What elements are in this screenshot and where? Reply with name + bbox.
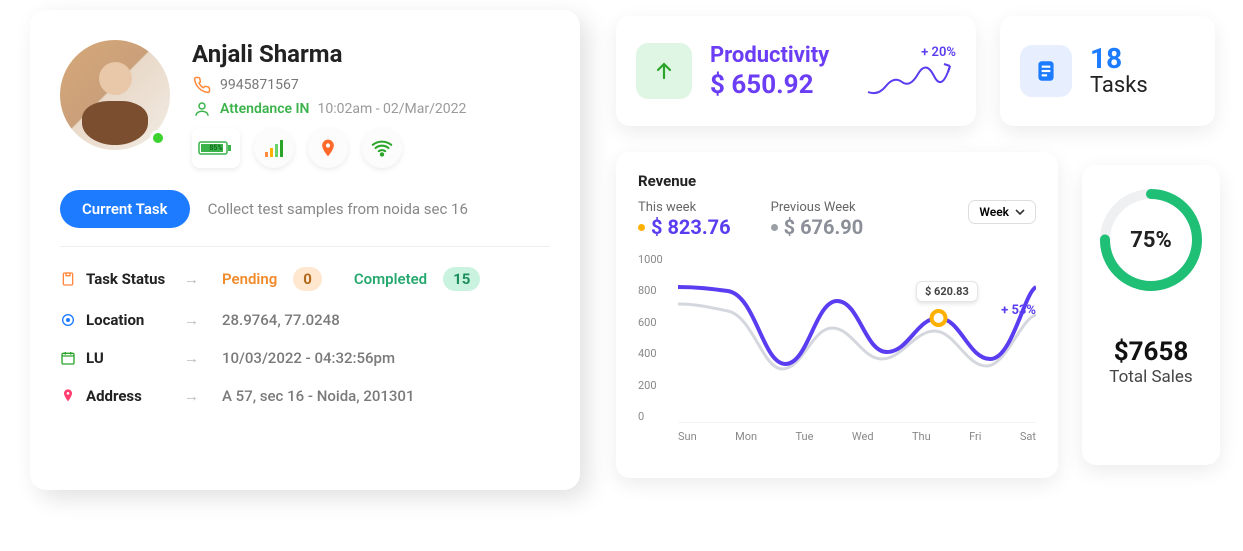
productivity-text: Productivity $ 650.92 xyxy=(710,43,829,100)
tasks-label: Tasks xyxy=(1090,73,1148,98)
this-week-block: This week $ 823.76 xyxy=(638,200,731,239)
revenue-header: This week $ 823.76 Previous Week $ 676.9… xyxy=(638,200,1036,239)
current-task-text: Collect test samples from noida sec 16 xyxy=(208,200,468,218)
lu-label: LU xyxy=(60,349,170,367)
tasks-card: 18 Tasks xyxy=(1000,16,1215,126)
location-pin-icon xyxy=(308,128,348,168)
location-row: Location → 28.9764, 77.0248 xyxy=(60,311,550,329)
completed-count: 15 xyxy=(443,267,480,291)
sales-pct: 75% xyxy=(1098,187,1204,293)
pending-label: Pending xyxy=(222,270,277,288)
signal-icon xyxy=(254,128,294,168)
task-status-row: Task Status → Pending 0 Completed 15 xyxy=(60,267,550,291)
phone-row: 9945871567 xyxy=(192,76,466,94)
pin-icon xyxy=(60,388,76,404)
battery-icon: 85% xyxy=(192,128,240,168)
arrow-icon: → xyxy=(184,387,208,405)
arrow-icon: → xyxy=(184,270,208,288)
arrow-up-icon xyxy=(636,43,692,99)
plot-area: $ 620.83 xyxy=(678,253,1036,423)
battery-pct: 85% xyxy=(209,144,222,152)
revenue-card: Revenue This week $ 823.76 Previous Week… xyxy=(616,152,1058,478)
completed-label: Completed xyxy=(354,270,427,288)
productivity-amount: $ 650.92 xyxy=(710,70,829,100)
sales-label: Total Sales xyxy=(1109,367,1192,387)
address-row: Address → A 57, sec 16 - Noida, 201301 xyxy=(60,387,550,405)
profile-header: Anjali Sharma 9945871567 Attendance IN 1… xyxy=(60,40,550,168)
x-axis-labels: Sun Mon Tue Wed Thu Fri Sat xyxy=(678,430,1036,443)
phone-icon xyxy=(192,76,212,94)
location-label: Location xyxy=(60,311,170,329)
person-icon xyxy=(192,100,212,118)
sales-progress-ring: 75% xyxy=(1098,187,1204,293)
sales-text: $7658 Total Sales xyxy=(1109,317,1192,387)
phone-number: 9945871567 xyxy=(220,77,299,93)
chart-tooltip: $ 620.83 xyxy=(916,281,978,302)
profile-info: Anjali Sharma 9945871567 Attendance IN 1… xyxy=(192,40,466,168)
prev-week-label: Previous Week xyxy=(771,200,864,215)
prev-week-value: $ 676.90 xyxy=(784,215,864,239)
current-task-button[interactable]: Current Task xyxy=(60,190,190,228)
productivity-change: + 20% xyxy=(921,45,956,60)
sales-card: 75% $7658 Total Sales xyxy=(1082,165,1220,465)
tasks-text: 18 Tasks xyxy=(1090,45,1148,98)
arrow-icon: → xyxy=(184,311,208,329)
pending-count: 0 xyxy=(293,267,322,291)
profile-name: Anjali Sharma xyxy=(192,40,466,68)
dot-icon xyxy=(771,224,778,231)
arrow-icon: → xyxy=(184,349,208,367)
wifi-icon xyxy=(362,128,402,168)
status-chips: 85% xyxy=(192,128,466,168)
period-selector[interactable]: Week xyxy=(968,200,1036,224)
dot-icon xyxy=(638,224,645,231)
tasks-count: 18 xyxy=(1090,45,1148,73)
trend-wrap: + 20% xyxy=(866,45,956,98)
lu-value: 10/03/2022 - 04:32:56pm xyxy=(222,349,395,367)
y-axis-labels: 1000 800 600 400 200 0 xyxy=(638,253,674,423)
revenue-change: + 53% xyxy=(1001,303,1036,318)
location-value: 28.9764, 77.0248 xyxy=(222,311,340,329)
address-label: Address xyxy=(60,387,170,405)
current-task-row: Current Task Collect test samples from n… xyxy=(60,190,550,247)
calendar-icon xyxy=(60,350,76,366)
this-week-value: $ 823.76 xyxy=(651,215,731,239)
avatar-wrap xyxy=(60,40,170,150)
profile-card: Anjali Sharma 9945871567 Attendance IN 1… xyxy=(30,10,580,490)
revenue-legend: This week $ 823.76 Previous Week $ 676.9… xyxy=(638,200,863,239)
revenue-title: Revenue xyxy=(638,172,1036,190)
chevron-down-icon xyxy=(1015,207,1025,217)
clipboard-icon xyxy=(60,271,76,287)
prev-week-block: Previous Week $ 676.90 xyxy=(771,200,864,239)
trend-arrow-icon xyxy=(866,62,956,98)
document-icon xyxy=(1020,45,1072,97)
attendance-time: 10:02am - 02/Mar/2022 xyxy=(317,101,466,117)
attendance-label: Attendance IN xyxy=(220,101,309,117)
attendance-row: Attendance IN 10:02am - 02/Mar/2022 xyxy=(192,100,466,118)
sales-amount: $7658 xyxy=(1109,337,1192,367)
productivity-title: Productivity xyxy=(710,43,829,68)
presence-indicator xyxy=(150,130,166,146)
crosshair-icon xyxy=(60,312,76,328)
task-status-label: Task Status xyxy=(60,270,170,288)
this-week-label: This week xyxy=(638,200,731,215)
revenue-chart: 1000 800 600 400 200 0 $ 620.83 + 53% Su… xyxy=(638,253,1036,443)
productivity-card: Productivity $ 650.92 + 20% xyxy=(616,16,976,126)
lu-row: LU → 10/03/2022 - 04:32:56pm xyxy=(60,349,550,367)
address-value: A 57, sec 16 - Noida, 201301 xyxy=(222,387,414,405)
